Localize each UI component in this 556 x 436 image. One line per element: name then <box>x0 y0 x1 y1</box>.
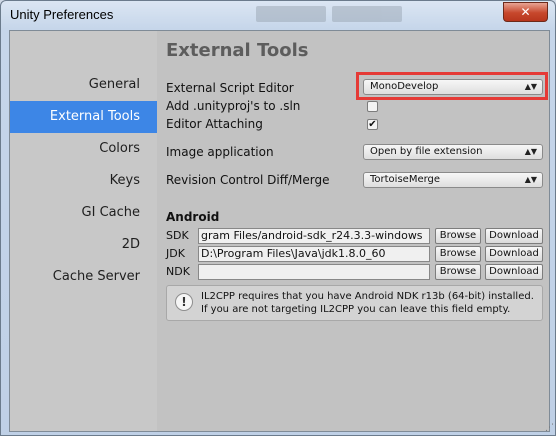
image-application-dropdown[interactable]: Open by file extension ▲▼ <box>363 144 543 160</box>
sidebar-item-keys[interactable]: Keys <box>10 165 157 197</box>
dropdown-arrow-icon: ▲▼ <box>524 147 537 156</box>
preferences-client-area: General External Tools Colors Keys GI Ca… <box>9 30 550 432</box>
jdk-download-button[interactable]: Download <box>485 246 543 262</box>
ndk-label: NDK <box>166 265 190 278</box>
sidebar-item-colors[interactable]: Colors <box>10 133 157 165</box>
sdk-browse-button[interactable]: Browse <box>435 228 481 244</box>
jdk-label: JDK <box>166 247 185 260</box>
external-script-editor-label: External Script Editor <box>166 81 294 95</box>
preferences-window: Unity Preferences ✕ General External Too… <box>0 0 556 436</box>
title-bar[interactable]: Unity Preferences ✕ <box>1 1 555 29</box>
sdk-path-field[interactable]: gram Files/android-sdk_r24.3.3-windows <box>198 228 430 244</box>
il2cpp-help-box: ! IL2CPP requires that you have Android … <box>166 285 543 321</box>
sidebar-item-general[interactable]: General <box>10 69 157 101</box>
revision-control-dropdown[interactable]: TortoiseMerge ▲▼ <box>363 172 543 188</box>
sdk-label: SDK <box>166 229 189 242</box>
external-tools-panel: External Tools External Script Editor Mo… <box>157 31 549 431</box>
help-text-line-2: If you are not targeting IL2CPP you can … <box>201 304 511 315</box>
resize-grip-icon[interactable]: ⋰ <box>542 422 554 434</box>
jdk-browse-button[interactable]: Browse <box>435 246 481 262</box>
sidebar-item-2d[interactable]: 2D <box>10 229 157 261</box>
page-title: External Tools <box>166 40 309 61</box>
checkmark-icon: ✔ <box>368 119 377 130</box>
dropdown-arrow-icon: ▲▼ <box>524 82 537 91</box>
background-tab <box>256 6 326 22</box>
warning-icon: ! <box>175 293 193 311</box>
ndk-download-button[interactable]: Download <box>485 264 543 280</box>
ndk-path-field[interactable] <box>198 264 430 280</box>
window-title: Unity Preferences <box>10 7 114 22</box>
sidebar-item-cache-server[interactable]: Cache Server <box>10 261 157 293</box>
help-text-line-1: IL2CPP requires that you have Android ND… <box>201 291 534 302</box>
background-tab <box>332 6 402 22</box>
image-application-value: Open by file extension <box>370 146 483 157</box>
image-application-label: Image application <box>166 145 274 159</box>
revision-control-label: Revision Control Diff/Merge <box>166 173 330 187</box>
ndk-browse-button[interactable]: Browse <box>435 264 481 280</box>
editor-attaching-checkbox[interactable]: ✔ <box>367 119 378 130</box>
close-button[interactable]: ✕ <box>503 2 548 22</box>
sidebar: General External Tools Colors Keys GI Ca… <box>10 31 157 431</box>
android-section-title: Android <box>166 210 220 224</box>
sidebar-item-gi-cache[interactable]: GI Cache <box>10 197 157 229</box>
revision-control-value: TortoiseMerge <box>370 174 441 185</box>
background-window-peek <box>256 3 471 25</box>
external-script-editor-dropdown[interactable]: MonoDevelop ▲▼ <box>363 79 543 95</box>
dropdown-arrow-icon: ▲▼ <box>524 175 537 184</box>
external-script-editor-value: MonoDevelop <box>370 81 439 92</box>
add-unityproj-label: Add .unityproj's to .sln <box>166 99 301 113</box>
sidebar-item-external-tools[interactable]: External Tools <box>10 101 157 133</box>
sdk-download-button[interactable]: Download <box>485 228 543 244</box>
add-unityproj-checkbox[interactable] <box>367 101 378 112</box>
editor-attaching-label: Editor Attaching <box>166 117 263 131</box>
jdk-path-field[interactable]: D:\Program Files\Java\jdk1.8.0_60 <box>198 246 430 262</box>
